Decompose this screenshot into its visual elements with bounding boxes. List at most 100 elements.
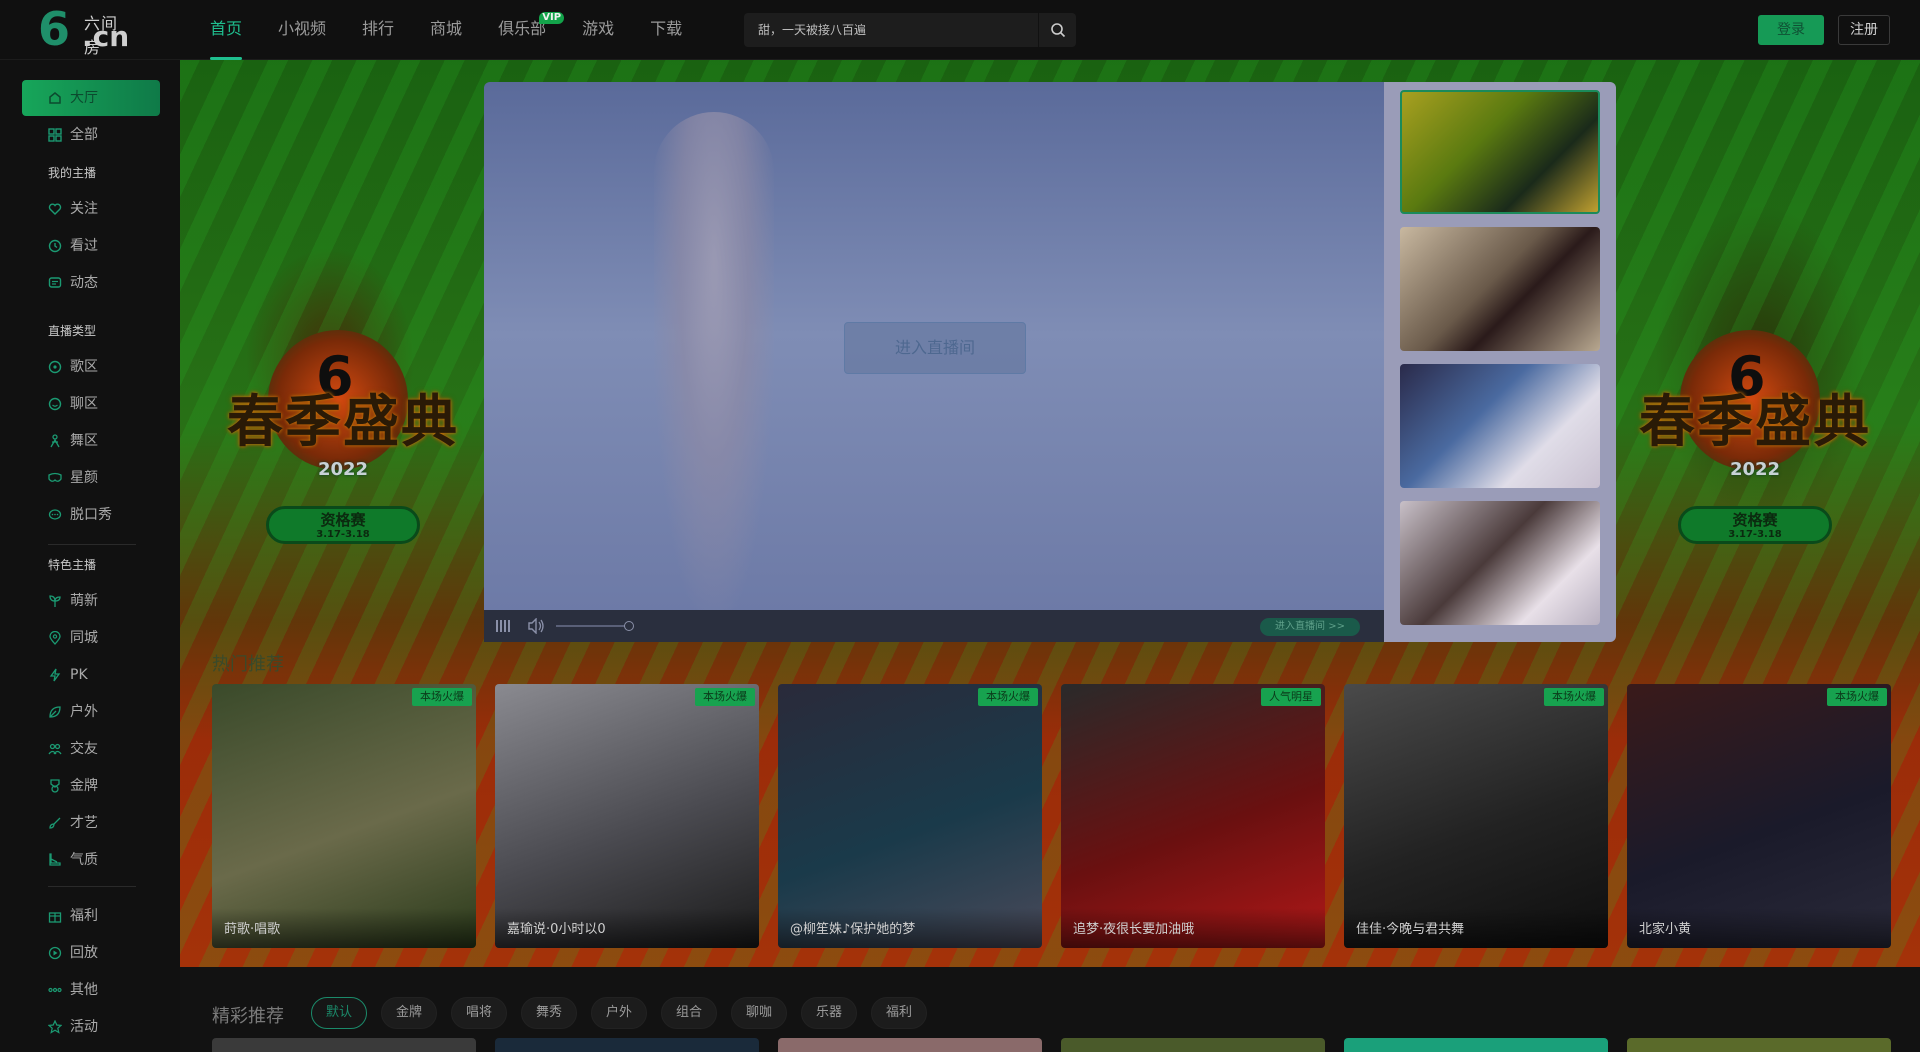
main-nav: 首页 小视频 排行 商城 俱乐部 VIP 游戏 下载 (210, 0, 718, 60)
location-icon (49, 631, 61, 645)
left-sidebar: 大厅 全部 我的主播 关注 看过 动态 直播类型 歌区 聊区 舞区 星颜 脱口秀… (0, 60, 180, 1052)
nav-ranking[interactable]: 排行 (362, 0, 394, 60)
sidebar-item-follow[interactable]: 关注 (22, 191, 160, 227)
recommend-card[interactable] (778, 1038, 1042, 1052)
player-thumbnail[interactable] (1400, 227, 1600, 351)
recommend-card[interactable] (1061, 1038, 1325, 1052)
lightning-icon (49, 668, 61, 682)
featured-card[interactable]: 本场火爆 嘉瑜说·0小时以0 (495, 684, 759, 948)
sidebar-item-feed[interactable]: 动态 (22, 265, 160, 301)
sidebar-item-dance[interactable]: 舞区 (22, 423, 160, 459)
home-icon (49, 92, 61, 104)
nav-games[interactable]: 游戏 (582, 0, 614, 60)
dance-icon (50, 434, 60, 448)
sidebar-item-chat[interactable]: 聊区 (22, 386, 160, 422)
filter-chip-group[interactable]: 组合 (661, 997, 718, 1029)
search-button[interactable] (1038, 13, 1076, 47)
sidebar-item-outdoor[interactable]: 户外 (22, 694, 160, 730)
sidebar-item-newbie[interactable]: 萌新 (22, 583, 160, 619)
card-title: 莳歌·唱歌 (212, 908, 476, 948)
nav-download[interactable]: 下载 (650, 0, 682, 60)
event-emblem-right[interactable]: 6 春季盛典 2022 资格赛 3.17-3.18 (1620, 300, 1890, 570)
filter-chip-default[interactable]: 默认 (311, 997, 368, 1029)
nav-short-video[interactable]: 小视频 (278, 0, 326, 60)
register-button[interactable]: 注册 (1838, 15, 1890, 45)
filter-chip-welfare[interactable]: 福利 (871, 997, 928, 1029)
site-logo[interactable]: 6 六间房 .cn (38, 6, 129, 57)
sidebar-item-beauty[interactable]: 星颜 (22, 460, 160, 496)
go-to-room-link[interactable]: 进入直播间 >> (1260, 618, 1360, 636)
filter-chip-gold[interactable]: 金牌 (381, 997, 438, 1029)
filter-chip-dance[interactable]: 舞秀 (521, 997, 578, 1029)
recommend-card[interactable] (1627, 1038, 1891, 1052)
volume-slider-handle[interactable] (624, 621, 634, 631)
volume-icon[interactable] (528, 618, 546, 634)
recommend-card[interactable] (495, 1038, 759, 1052)
player-video-frame (654, 112, 774, 612)
login-button[interactable]: 登录 (1758, 15, 1824, 45)
sidebar-item-replay[interactable]: 回放 (22, 935, 160, 971)
recommend-card[interactable] (212, 1038, 476, 1052)
event-stage-pill: 资格赛 3.17-3.18 (1678, 506, 1832, 544)
recommend-card[interactable] (1344, 1038, 1608, 1052)
player-thumbnail[interactable] (1400, 90, 1600, 214)
top-header: 6 六间房 .cn 首页 小视频 排行 商城 俱乐部 VIP 游戏 下载 登录 … (0, 0, 1920, 60)
sidebar-item-local[interactable]: 同城 (22, 620, 160, 656)
selected-arrow (1400, 150, 1402, 162)
nav-mall[interactable]: 商城 (430, 0, 462, 60)
sidebar-item-pk[interactable]: PK (22, 657, 160, 693)
card-tag: 本场火爆 (412, 688, 472, 706)
sidebar-section-special: 特色主播 (48, 558, 97, 572)
event-emblem-left[interactable]: 6 春季盛典 2022 资格赛 3.17-3.18 (208, 300, 478, 570)
sidebar-item-welfare[interactable]: 福利 (22, 898, 160, 934)
card-tag: 本场火爆 (695, 688, 755, 706)
danmaku-icon[interactable] (496, 620, 512, 632)
sprout-icon (49, 595, 61, 607)
clock-icon (48, 239, 62, 253)
sidebar-item-talkshow[interactable]: 脱口秀 (22, 497, 160, 533)
search-input[interactable] (744, 13, 1038, 47)
filter-chip-outdoor[interactable]: 户外 (591, 997, 648, 1029)
event-title: 春季盛典 (227, 389, 459, 455)
filter-chip-instrument[interactable]: 乐器 (801, 997, 858, 1029)
sidebar-item-other[interactable]: 其他 (22, 972, 160, 1008)
replay-icon (48, 946, 62, 960)
sidebar-item-gold[interactable]: 金牌 (22, 768, 160, 804)
sidebar-item-talent[interactable]: 才艺 (22, 805, 160, 841)
music-disc-icon (48, 360, 62, 374)
event-year: 2022 (317, 459, 369, 480)
live-player[interactable]: 进入直播间 进入直播间 >> (484, 82, 1384, 642)
card-title: 北家小黄 (1627, 908, 1891, 948)
card-title: 追梦·夜很长要加油哦 (1061, 908, 1325, 948)
more-icon (48, 987, 62, 993)
nav-home[interactable]: 首页 (210, 0, 243, 60)
featured-card[interactable]: 本场火爆 莳歌·唱歌 (212, 684, 476, 948)
recommend-title: 精彩推荐 (212, 1006, 284, 1027)
filter-chip-singer[interactable]: 唱将 (451, 997, 508, 1029)
grid-icon (48, 128, 62, 142)
filter-chip-chat[interactable]: 聊咖 (731, 997, 788, 1029)
sidebar-item-song[interactable]: 歌区 (22, 349, 160, 385)
smile-icon (48, 397, 62, 411)
enter-room-button[interactable]: 进入直播间 (844, 322, 1026, 374)
sidebar-item-all[interactable]: 全部 (22, 117, 160, 153)
sidebar-item-events[interactable]: 活动 (22, 1009, 160, 1045)
player-controls: 进入直播间 >> (484, 610, 1384, 642)
sidebar-item-hall[interactable]: 大厅 (22, 80, 160, 116)
volume-slider-track[interactable] (556, 625, 628, 627)
player-thumbnail[interactable] (1400, 364, 1600, 488)
sidebar-item-dating[interactable]: 交友 (22, 731, 160, 767)
featured-card[interactable]: 本场火爆 @柳笙姝♪保护她的梦 (778, 684, 1042, 948)
card-tag: 人气明星 (1261, 688, 1321, 706)
card-title: 嘉瑜说·0小时以0 (495, 908, 759, 948)
nav-club[interactable]: 俱乐部 VIP (498, 0, 565, 60)
featured-card[interactable]: 本场火爆 佳佳·今晚与君共舞 (1344, 684, 1608, 948)
featured-card[interactable]: 本场火爆 北家小黄 (1627, 684, 1891, 948)
sidebar-item-elegance[interactable]: 气质 (22, 842, 160, 878)
card-tag: 本场火爆 (978, 688, 1038, 706)
heart-icon (48, 203, 62, 215)
event-year: 2022 (1729, 459, 1781, 480)
player-thumbnail[interactable] (1400, 501, 1600, 625)
sidebar-item-watched[interactable]: 看过 (22, 228, 160, 264)
featured-card[interactable]: 人气明星 追梦·夜很长要加油哦 (1061, 684, 1325, 948)
